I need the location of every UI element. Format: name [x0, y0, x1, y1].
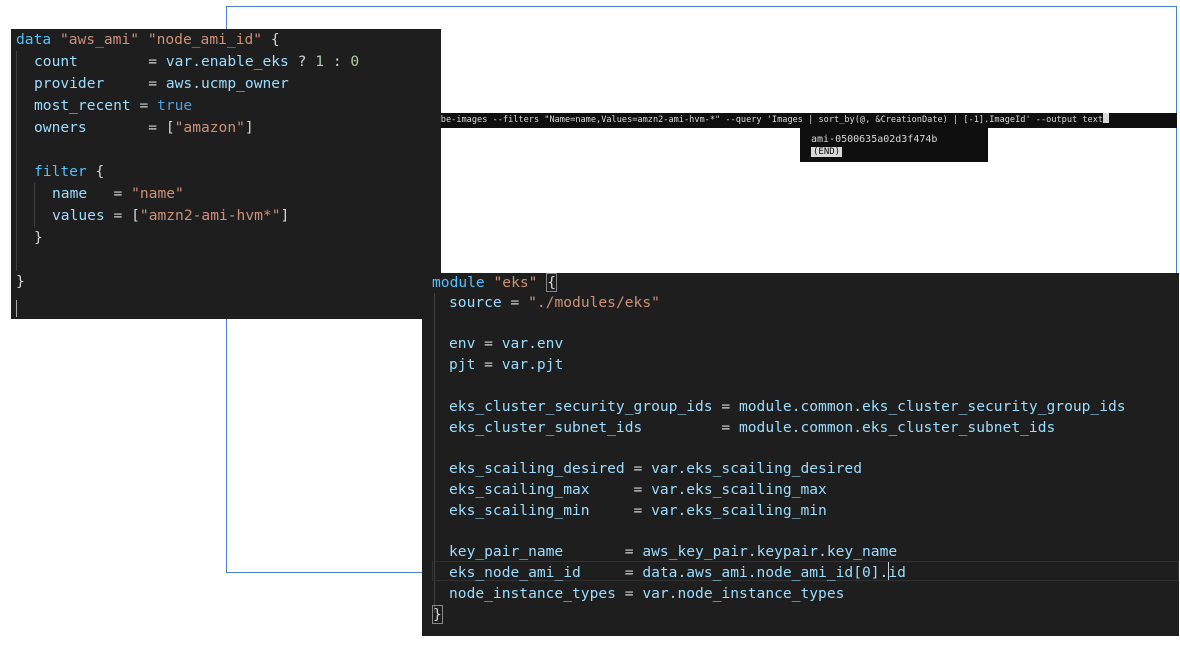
text-cursor — [16, 300, 17, 317]
code-line: eks_scailing_min = var.eks_scailing_min — [449, 502, 827, 519]
code-line: eks_scailing_desired = var.eks_scailing_… — [449, 460, 862, 477]
code-line: values = ["amzn2-ami-hvm*"] — [52, 207, 290, 224]
code-line: node_instance_types = var.node_instance_… — [449, 585, 845, 602]
code-line: provider = aws.ucmp_owner — [34, 75, 289, 92]
code-line: env = var.env — [449, 335, 564, 352]
code-editor-ami-data-source[interactable]: data "aws_ami" "node_ami_id" { count = v… — [11, 29, 441, 319]
terminal-command: aws ec2 describe-images --filters "Name=… — [368, 115, 1104, 125]
terminal-output: ami-0500635a02d3f474b (END) — [800, 128, 988, 162]
code-line-current: eks_node_ami_id = data.aws_ami.node_ami_… — [449, 564, 906, 581]
code-line: owners = ["amazon"] — [34, 119, 254, 136]
code-line: data "aws_ami" "node_ami_id" { — [16, 31, 280, 48]
code-line: name = "name" — [52, 185, 184, 202]
terminal-end-marker: (END) — [811, 147, 843, 157]
code-line: pjt = var.pjt — [449, 356, 564, 373]
text-cursor — [888, 562, 889, 580]
terminal-cursor — [1103, 113, 1110, 123]
code-line: most_recent = true — [34, 97, 193, 114]
terminal-output-ami-id: ami-0500635a02d3f474b — [811, 134, 938, 145]
indent-guide — [34, 183, 35, 227]
code-line: } — [34, 229, 43, 246]
code-line: eks_scailing_max = var.eks_scailing_max — [449, 481, 827, 498]
terminal-command-line[interactable]: → aws ec2 describe-images --filters "Nam… — [356, 113, 1177, 128]
code-line: eks_cluster_security_group_ids = module.… — [449, 398, 1126, 415]
code-editor-eks-module[interactable]: module "eks" { source = "./modules/eks" … — [422, 273, 1179, 636]
code-line: } — [432, 605, 443, 624]
code-line: filter { — [34, 163, 105, 180]
code-line: key_pair_name = aws_key_pair.keypair.key… — [449, 543, 898, 560]
indent-guide — [16, 51, 17, 271]
code-line: eks_cluster_subnet_ids = module.common.e… — [449, 419, 1056, 436]
code-line: source = "./modules/eks" — [449, 294, 660, 311]
code-line: module "eks" { — [432, 273, 558, 292]
code-line: count = var.enable_eks ? 1 : 0 — [34, 53, 360, 70]
code-line: } — [16, 273, 25, 290]
